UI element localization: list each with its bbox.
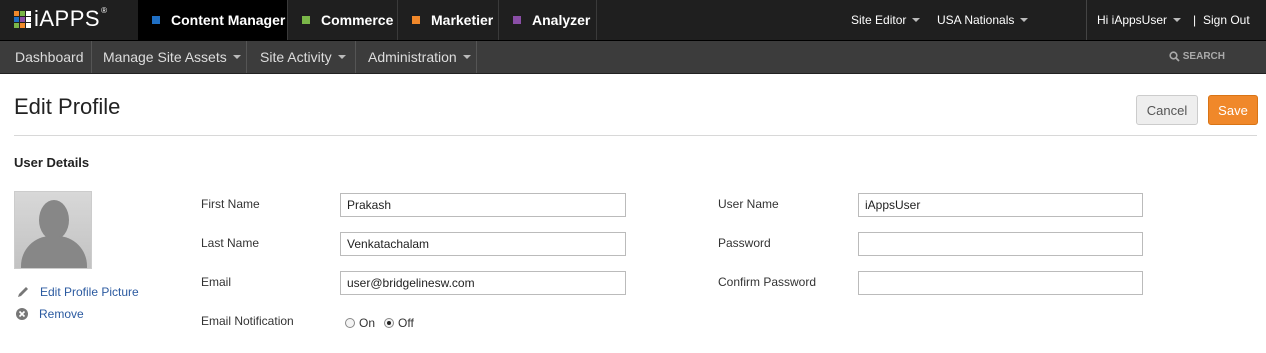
confirm-password-field[interactable] [858,271,1143,295]
nav-label: Manage Site Assets [103,49,227,65]
search-button[interactable]: SEARCH [1169,41,1225,71]
email-label: Email [201,275,232,289]
pencil-icon [18,287,28,297]
last-name-label: Last Name [201,236,260,250]
first-name-label: First Name [201,197,260,211]
site-selector[interactable]: USA Nationals [937,0,1029,40]
user-greeting: Hi iAppsUser [1097,13,1168,27]
user-name-label: User Name [718,197,779,211]
nav-label: Dashboard [15,49,84,65]
sign-out-link[interactable]: Sign Out [1203,0,1250,40]
edit-profile-picture-label: Edit Profile Picture [40,285,139,299]
page-title: Edit Profile [14,94,121,119]
confirm-password-label: Confirm Password [718,275,817,289]
chevron-down-icon [1020,18,1029,22]
chevron-down-icon [1173,18,1182,22]
search-label: SEARCH [1182,50,1225,62]
avatar-body [21,236,87,268]
logo-registered-mark: ® [101,6,107,15]
edit-profile-picture-link[interactable]: Edit Profile Picture [16,285,139,299]
section-title: User Details [14,155,90,170]
app-tab-label: Analyzer [532,12,591,28]
user-name-field[interactable]: iAppsUser [858,193,1143,217]
header-divider [14,135,1257,136]
app-tab-label: Marketier [431,12,494,28]
chevron-down-icon [912,18,921,22]
nav-site-activity[interactable]: Site Activity [247,41,356,73]
sign-out-label: Sign Out [1203,13,1250,27]
app-tab-label: Commerce [321,12,394,28]
commerce-square-icon [302,16,310,24]
on-label: On [359,316,376,330]
password-field[interactable] [858,232,1143,256]
first-name-field[interactable]: Prakash [340,193,626,217]
content-manager-square-icon [152,16,160,24]
user-menu[interactable]: Hi iAppsUser [1097,0,1182,40]
analyzer-square-icon [513,16,521,24]
app-tab-analyzer[interactable]: Analyzer [499,0,597,40]
cancel-button[interactable]: Cancel [1136,95,1198,125]
divider [1086,0,1087,40]
email-field[interactable]: user@bridgelinesw.com [340,271,626,295]
separator-text: | [1193,0,1196,40]
save-button[interactable]: Save [1208,95,1258,125]
chevron-down-icon [462,55,471,59]
email-notification-options: On Off [345,316,414,330]
separator: | [1193,13,1197,27]
sub-navigation: Dashboard Manage Site Assets Site Activi… [0,41,1266,74]
profile-picture [14,191,92,269]
site-label: USA Nationals [937,13,1015,27]
nav-label: Site Activity [260,49,332,65]
search-icon [1169,50,1180,62]
remove-picture-link[interactable]: Remove [15,307,84,321]
last-name-field[interactable]: Venkatachalam [340,232,626,256]
app-tab-label: Content Manager [171,12,286,28]
nav-manage-site-assets[interactable]: Manage Site Assets [92,41,247,73]
app-tab-commerce[interactable]: Commerce [288,0,398,40]
top-bar: iAPPS ® Content Manager Commerce Marketi… [0,0,1266,41]
chevron-down-icon [232,55,241,59]
email-notification-on-radio[interactable] [345,318,355,328]
nav-dashboard[interactable]: Dashboard [0,41,92,73]
password-label: Password [718,236,771,250]
logo-grid-icon [14,10,31,28]
off-label: Off [398,316,414,330]
logo-text: iAPPS [34,6,101,31]
email-notification-label: Email Notification [201,314,294,328]
email-notification-off-radio[interactable] [384,318,395,328]
remove-label: Remove [39,307,84,321]
nav-label: Administration [368,49,457,65]
marketier-square-icon [412,16,420,24]
iapps-logo[interactable]: iAPPS ® [14,6,107,32]
app-tab-content-manager[interactable]: Content Manager [138,0,288,40]
remove-circle-icon [16,308,28,320]
app-tab-marketier[interactable]: Marketier [398,0,499,40]
site-editor-label: Site Editor [851,13,907,27]
avatar-head [39,200,69,240]
site-editor-menu[interactable]: Site Editor [851,0,921,40]
chevron-down-icon [337,55,346,59]
nav-administration[interactable]: Administration [356,41,477,73]
